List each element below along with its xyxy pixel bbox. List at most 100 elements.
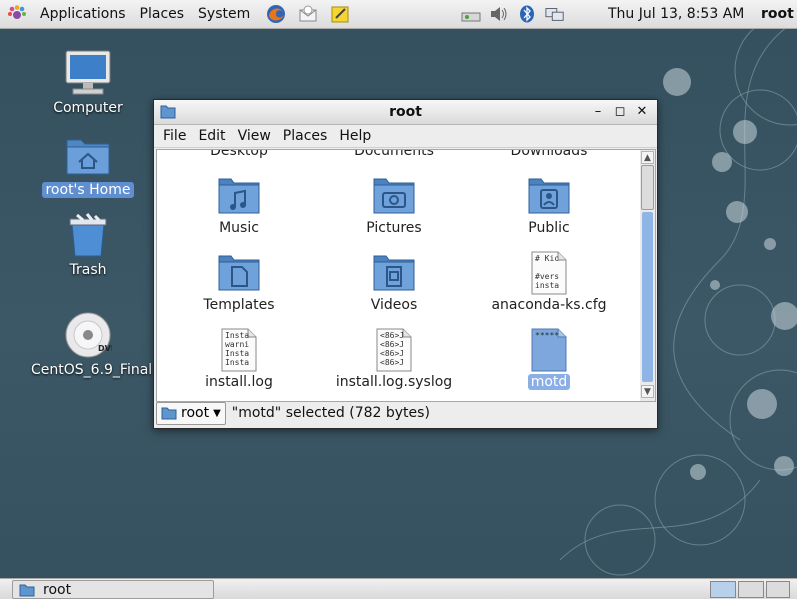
desktop-icon-label: Trash bbox=[69, 262, 107, 278]
file-item-selected[interactable]: ***** motd bbox=[474, 328, 624, 390]
public-folder-icon bbox=[527, 174, 571, 218]
file-item-label[interactable]: Downloads bbox=[474, 150, 624, 159]
scrollbar-track[interactable] bbox=[642, 212, 653, 382]
desktop-icon-label: CentOS_6.9_Final bbox=[31, 362, 153, 378]
workspace-3[interactable] bbox=[766, 581, 790, 598]
home-folder-icon bbox=[161, 407, 177, 420]
file-item-label: anaconda-ks.cfg bbox=[491, 297, 607, 313]
window-titlebar[interactable]: root – ◻ ✕ bbox=[154, 100, 657, 125]
top-panel: Applications Places System Thu Jul 13, 8… bbox=[0, 0, 797, 29]
minimize-button[interactable]: – bbox=[588, 102, 608, 122]
file-item-label: Videos bbox=[370, 297, 418, 313]
taskbar-window-label: root bbox=[43, 581, 72, 598]
places-menu[interactable]: Places bbox=[133, 0, 192, 28]
volume-icon[interactable] bbox=[489, 4, 509, 24]
desktop-icon-label: root's Home bbox=[42, 182, 134, 198]
scroll-up-arrow-icon[interactable]: ▲ bbox=[641, 151, 654, 164]
file-item[interactable]: Insta warni Insta Insta install.log bbox=[164, 328, 314, 390]
scrollbar-thumb[interactable] bbox=[641, 165, 654, 210]
file-item-label: Pictures bbox=[366, 220, 422, 236]
maximize-button[interactable]: ◻ bbox=[610, 102, 630, 122]
preview-line: <86>J bbox=[380, 340, 404, 349]
file-item[interactable]: Templates bbox=[164, 251, 314, 313]
pictures-folder-icon bbox=[372, 174, 416, 218]
preview-line: insta bbox=[535, 281, 559, 290]
desktop-icon-trash[interactable]: Trash bbox=[28, 210, 148, 278]
preview-line: # Kic bbox=[535, 254, 559, 263]
music-folder-icon bbox=[217, 174, 261, 218]
location-dropdown[interactable]: root ▼ bbox=[156, 401, 226, 425]
file-item[interactable]: # Kic #vers insta anaconda-ks.cfg bbox=[474, 251, 624, 313]
preview-line: Insta bbox=[225, 358, 249, 367]
chevron-down-icon: ▼ bbox=[213, 407, 221, 419]
desktop-icon-label: Computer bbox=[53, 100, 123, 116]
preview-line: Insta bbox=[225, 349, 249, 358]
location-label: root bbox=[181, 405, 210, 421]
trash-icon bbox=[63, 210, 113, 260]
applications-menu[interactable]: Applications bbox=[33, 0, 133, 28]
menu-places[interactable]: Places bbox=[277, 128, 334, 144]
window-menubar: File Edit View Places Help bbox=[154, 125, 657, 148]
file-item-label: motd bbox=[527, 374, 571, 390]
preview-line: warni bbox=[225, 340, 249, 349]
vertical-scrollbar[interactable]: ▲ ▼ bbox=[640, 149, 656, 402]
file-item-label[interactable]: Documents bbox=[319, 150, 469, 159]
notes-icon[interactable] bbox=[329, 3, 351, 25]
preview-line: <86>J bbox=[380, 331, 404, 340]
preview-line: ***** bbox=[535, 331, 559, 340]
bottom-panel: root bbox=[0, 578, 797, 599]
preview-line: <86>J bbox=[380, 349, 404, 358]
dvd-badge: DVD bbox=[98, 344, 112, 353]
bluetooth-icon[interactable] bbox=[517, 4, 537, 24]
preview-line: #vers bbox=[535, 272, 559, 281]
menu-help[interactable]: Help bbox=[333, 128, 377, 144]
taskbar-window-button[interactable]: root bbox=[12, 580, 214, 599]
text-file-icon: <86>J <86>J <86>J <86>J bbox=[372, 328, 416, 372]
file-item-label: Public bbox=[528, 220, 570, 236]
text-file-icon: ***** bbox=[527, 328, 571, 372]
display-icon[interactable] bbox=[545, 4, 565, 24]
text-file-icon: Insta warni Insta Insta bbox=[217, 328, 261, 372]
computer-icon bbox=[63, 48, 113, 98]
close-button[interactable]: ✕ bbox=[632, 102, 652, 122]
user-menu[interactable]: root bbox=[761, 0, 794, 28]
menu-edit[interactable]: Edit bbox=[192, 128, 231, 144]
videos-folder-icon bbox=[372, 251, 416, 295]
scroll-down-arrow-icon[interactable]: ▼ bbox=[641, 385, 654, 398]
desktop-icon-computer[interactable]: Computer bbox=[28, 48, 148, 116]
desktop: Applications Places System Thu Jul 13, 8… bbox=[0, 0, 797, 599]
firefox-icon[interactable] bbox=[265, 3, 287, 25]
file-item-label[interactable]: Desktop bbox=[164, 150, 314, 159]
system-menu[interactable]: System bbox=[191, 0, 257, 28]
home-folder-icon bbox=[63, 130, 113, 180]
workspace-1[interactable] bbox=[710, 581, 736, 598]
dvd-icon: DVD bbox=[63, 310, 113, 360]
file-manager-window: root – ◻ ✕ File Edit View Places Help De… bbox=[153, 99, 658, 429]
file-item[interactable]: Music bbox=[164, 174, 314, 236]
preview-line: <86>J bbox=[380, 358, 404, 367]
mail-icon[interactable] bbox=[297, 3, 319, 25]
window-title: root bbox=[389, 104, 422, 120]
file-item[interactable]: Pictures bbox=[319, 174, 469, 236]
file-item-label: install.log.syslog bbox=[335, 374, 453, 390]
file-item-label: Music bbox=[219, 220, 259, 236]
desktop-icon-home[interactable]: root's Home bbox=[28, 130, 148, 198]
menu-view[interactable]: View bbox=[232, 128, 277, 144]
clock[interactable]: Thu Jul 13, 8:53 AM bbox=[608, 0, 744, 28]
home-folder-icon bbox=[19, 584, 35, 596]
file-item[interactable]: <86>J <86>J <86>J <86>J install.log.sysl… bbox=[319, 328, 469, 390]
file-view[interactable]: Desktop Documents Downloads Music Pictur… bbox=[156, 149, 642, 402]
gnome-foot-icon[interactable] bbox=[6, 3, 28, 25]
desktop-icon-dvd[interactable]: DVD CentOS_6.9_Final bbox=[28, 310, 152, 378]
file-item[interactable]: Videos bbox=[319, 251, 469, 313]
workspace-2[interactable] bbox=[738, 581, 764, 598]
text-file-icon: # Kic #vers insta bbox=[527, 251, 571, 295]
file-item-label: Templates bbox=[203, 297, 275, 313]
status-text: "motd" selected (782 bytes) bbox=[231, 405, 430, 421]
menu-file[interactable]: File bbox=[157, 128, 192, 144]
templates-folder-icon bbox=[217, 251, 261, 295]
file-item[interactable]: Public bbox=[474, 174, 624, 236]
preview-line: Insta bbox=[225, 331, 249, 340]
file-item-label: install.log bbox=[205, 374, 273, 390]
network-icon[interactable] bbox=[461, 4, 481, 24]
